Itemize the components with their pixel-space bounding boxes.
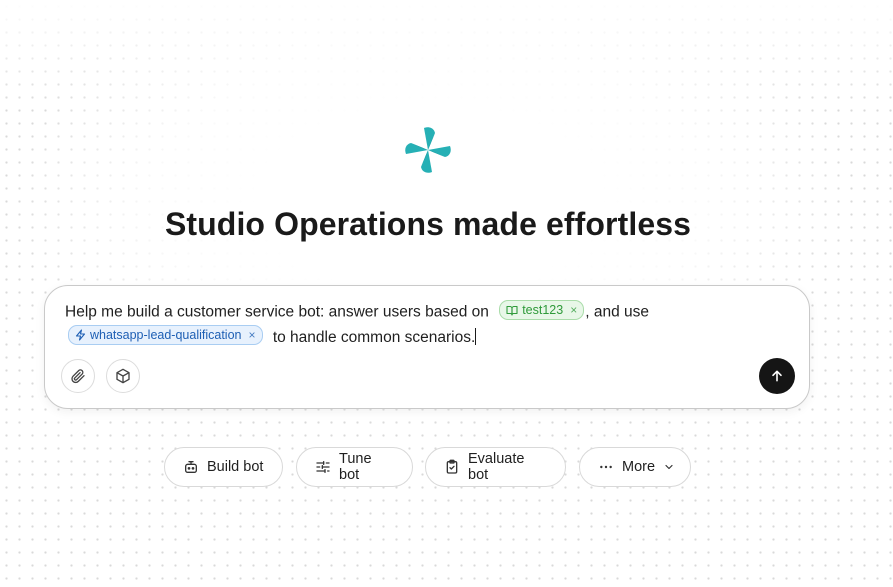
chevron-down-icon <box>665 464 673 470</box>
evaluate-bot-label: Evaluate bot <box>468 451 525 483</box>
build-bot-button[interactable]: Build bot <box>164 447 283 487</box>
tune-bot-button[interactable]: Tune bot <box>296 447 413 487</box>
component-button[interactable] <box>106 359 140 393</box>
tune-bot-label: Tune bot <box>339 451 372 483</box>
prompt-text-after: to handle common scenarios. <box>272 328 476 346</box>
page-title: Studio Operations made effortless <box>164 206 692 242</box>
skill-chip-remove-icon[interactable]: × <box>248 326 255 344</box>
prompt-composer[interactable]: Help me build a customer service bot: an… <box>44 285 810 409</box>
knowledge-chip-remove-icon[interactable]: × <box>570 301 577 319</box>
send-button[interactable] <box>759 358 795 394</box>
cube-icon <box>116 368 130 384</box>
prompt-text-before: Help me build a customer service bot: an… <box>65 303 489 321</box>
prompt-input[interactable]: Help me build a customer service bot: an… <box>65 300 785 350</box>
build-bot-label: Build bot <box>207 459 264 475</box>
prompt-text-middle: , and use <box>585 303 649 321</box>
more-button[interactable]: More <box>579 447 691 487</box>
pinwheel-logo <box>405 127 451 173</box>
arrow-up-icon <box>772 370 782 382</box>
evaluate-bot-button[interactable]: Evaluate bot <box>425 447 566 487</box>
bot-icon <box>185 461 197 473</box>
lightning-icon <box>75 328 86 341</box>
more-label: More <box>622 459 656 475</box>
attach-button[interactable] <box>61 359 95 393</box>
clipboard-check-icon <box>446 459 458 474</box>
skill-chip[interactable]: whatsapp-lead-qualification × <box>68 324 263 345</box>
sliders-icon <box>316 461 330 473</box>
paperclip-icon <box>71 369 85 384</box>
more-dots-icon <box>600 465 612 469</box>
book-icon <box>506 305 518 316</box>
knowledge-chip-label: test123 <box>522 303 564 317</box>
knowledge-chip[interactable]: test123 × <box>499 300 585 320</box>
text-caret <box>475 327 477 345</box>
skill-chip-label: whatsapp-lead-qualification <box>90 327 242 342</box>
